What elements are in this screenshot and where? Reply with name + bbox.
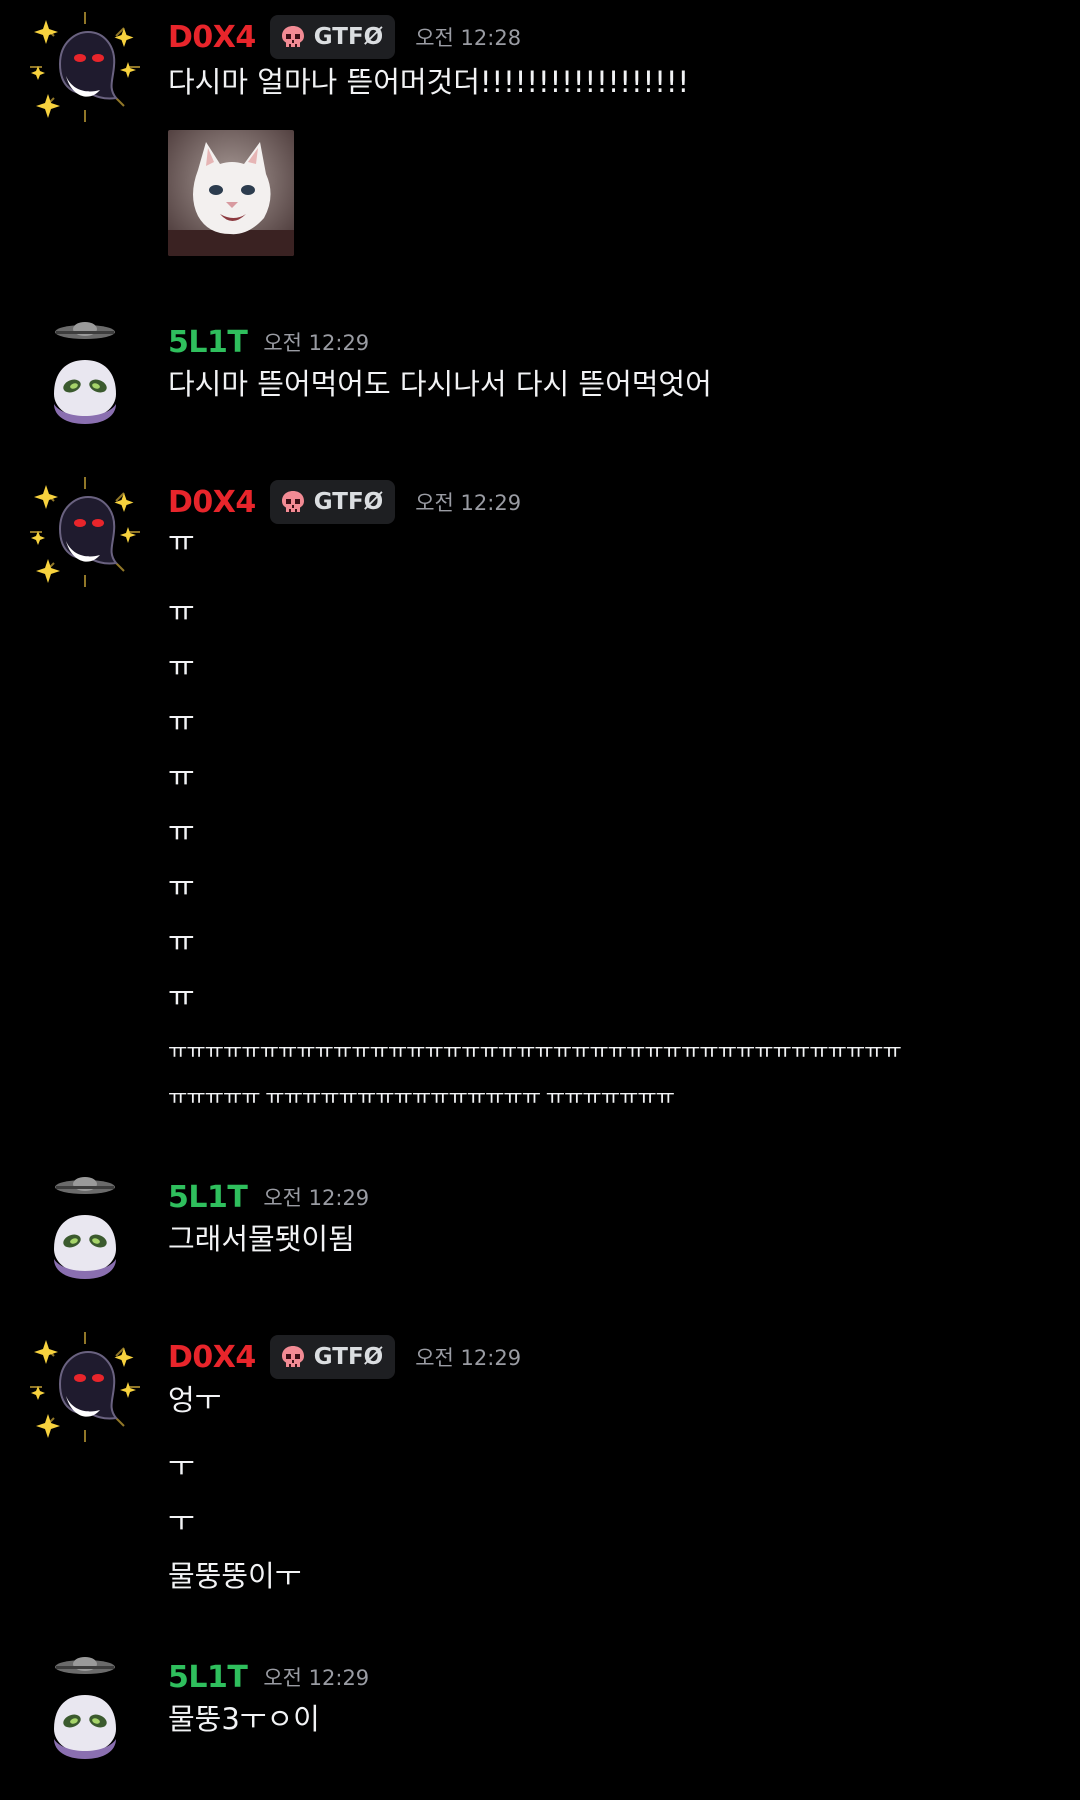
ghost-sparkle-avatar-icon[interactable] (24, 6, 146, 128)
guild-tag-badge[interactable]: GTFØ (269, 1335, 396, 1379)
message-text: ㅜ (168, 1449, 195, 1483)
guild-tag-badge[interactable]: GTFØ (269, 15, 396, 59)
skull-icon (281, 1346, 304, 1367)
message-text: ㅠ (168, 924, 195, 958)
skull-icon (281, 26, 304, 47)
alien-ufo-avatar-icon[interactable] (24, 1643, 146, 1765)
timestamp: 오전 12:29 (263, 1666, 370, 1690)
message: D0X4 GTFØ 오전 12:29 ㅠ ㅠ ㅠ ㅠ ㅠ ㅠ ㅠ ㅠ ㅠ ㅠㅠㅠ… (0, 465, 1080, 1125)
guild-tag-badge[interactable]: GTFØ (269, 480, 396, 524)
username[interactable]: D0X4 (168, 1340, 256, 1375)
guild-tag-label: GTFØ (313, 489, 384, 515)
alien-ufo-avatar-icon[interactable] (24, 308, 146, 430)
message-text: ㅠ (168, 979, 195, 1013)
username[interactable]: 5L1T (168, 325, 248, 360)
message-text: 다시마 뜯어먹어도 다시나서 다시 뜯어먹엇어 (168, 367, 712, 401)
message: D0X4 GTFØ 오전 12:28 다시마 얼마나 뜯어머것더!!!!!!!!… (0, 0, 1080, 270)
timestamp: 오전 12:29 (263, 1186, 370, 1210)
username[interactable]: 5L1T (168, 1180, 248, 1215)
message-text: ㅠ (168, 869, 195, 903)
skull-icon (281, 491, 304, 512)
ghost-sparkle-avatar-icon[interactable] (24, 1326, 146, 1448)
message-text: ㅠ (168, 594, 195, 628)
message: 5L1T 오전 12:29 다시마 뜯어먹어도 다시나서 다시 뜯어먹엇어 (0, 300, 1080, 440)
ghost-sparkle-avatar-icon[interactable] (24, 471, 146, 593)
message: 5L1T 오전 12:29 물뚱3ㅜㅇ이 (0, 1635, 1080, 1775)
username[interactable]: 5L1T (168, 1660, 248, 1695)
message: 5L1T 오전 12:29 그래서물됏이됨 (0, 1155, 1080, 1295)
timestamp: 오전 12:29 (263, 331, 370, 355)
timestamp: 오전 12:29 (415, 491, 522, 515)
message-text: ㅠ (168, 524, 195, 558)
message: D0X4 GTFØ 오전 12:29 엉ㅜ ㅜ ㅜ 물뚱뚱이ㅜ (0, 1320, 1080, 1620)
timestamp: 오전 12:29 (415, 1346, 522, 1370)
alien-ufo-avatar-icon[interactable] (24, 1163, 146, 1285)
message-text: 엉ㅜ (168, 1383, 222, 1417)
guild-tag-label: GTFØ (313, 24, 384, 50)
guild-tag-label: GTFØ (313, 1344, 384, 1370)
message-text: 그래서물됏이됨 (168, 1222, 355, 1256)
timestamp: 오전 12:28 (415, 26, 522, 50)
username[interactable]: D0X4 (168, 20, 256, 55)
message-text: ㅠ (168, 814, 195, 848)
message-text: 다시마 얼마나 뜯어머것더!!!!!!!!!!!!!!!!!! (168, 65, 690, 99)
message-text: ㅠ (168, 759, 195, 793)
message-text: ㅠㅠㅠㅠㅠㅠㅠㅠㅠㅠㅠㅠㅠㅠㅠㅠㅠㅠㅠㅠㅠㅠㅠㅠㅠㅠㅠㅠㅠㅠㅠㅠㅠㅠㅠㅠㅠㅠㅠㅠ (168, 1039, 902, 1063)
username[interactable]: D0X4 (168, 485, 256, 520)
message-text: 물뚱뚱이ㅜ (168, 1559, 302, 1593)
message-text: 물뚱3ㅜㅇ이 (168, 1702, 320, 1736)
message-text: ㅠㅠㅠㅠㅠ ㅠㅠㅠㅠㅠㅠㅠㅠㅠㅠㅠㅠㅠㅠㅠ ㅠㅠㅠㅠㅠㅠㅠ (168, 1085, 675, 1109)
message-text: ㅠ (168, 649, 195, 683)
message-text: ㅜ (168, 1504, 195, 1538)
crying-white-kitten-sticker[interactable] (168, 130, 294, 256)
message-text: ㅠ (168, 704, 195, 738)
